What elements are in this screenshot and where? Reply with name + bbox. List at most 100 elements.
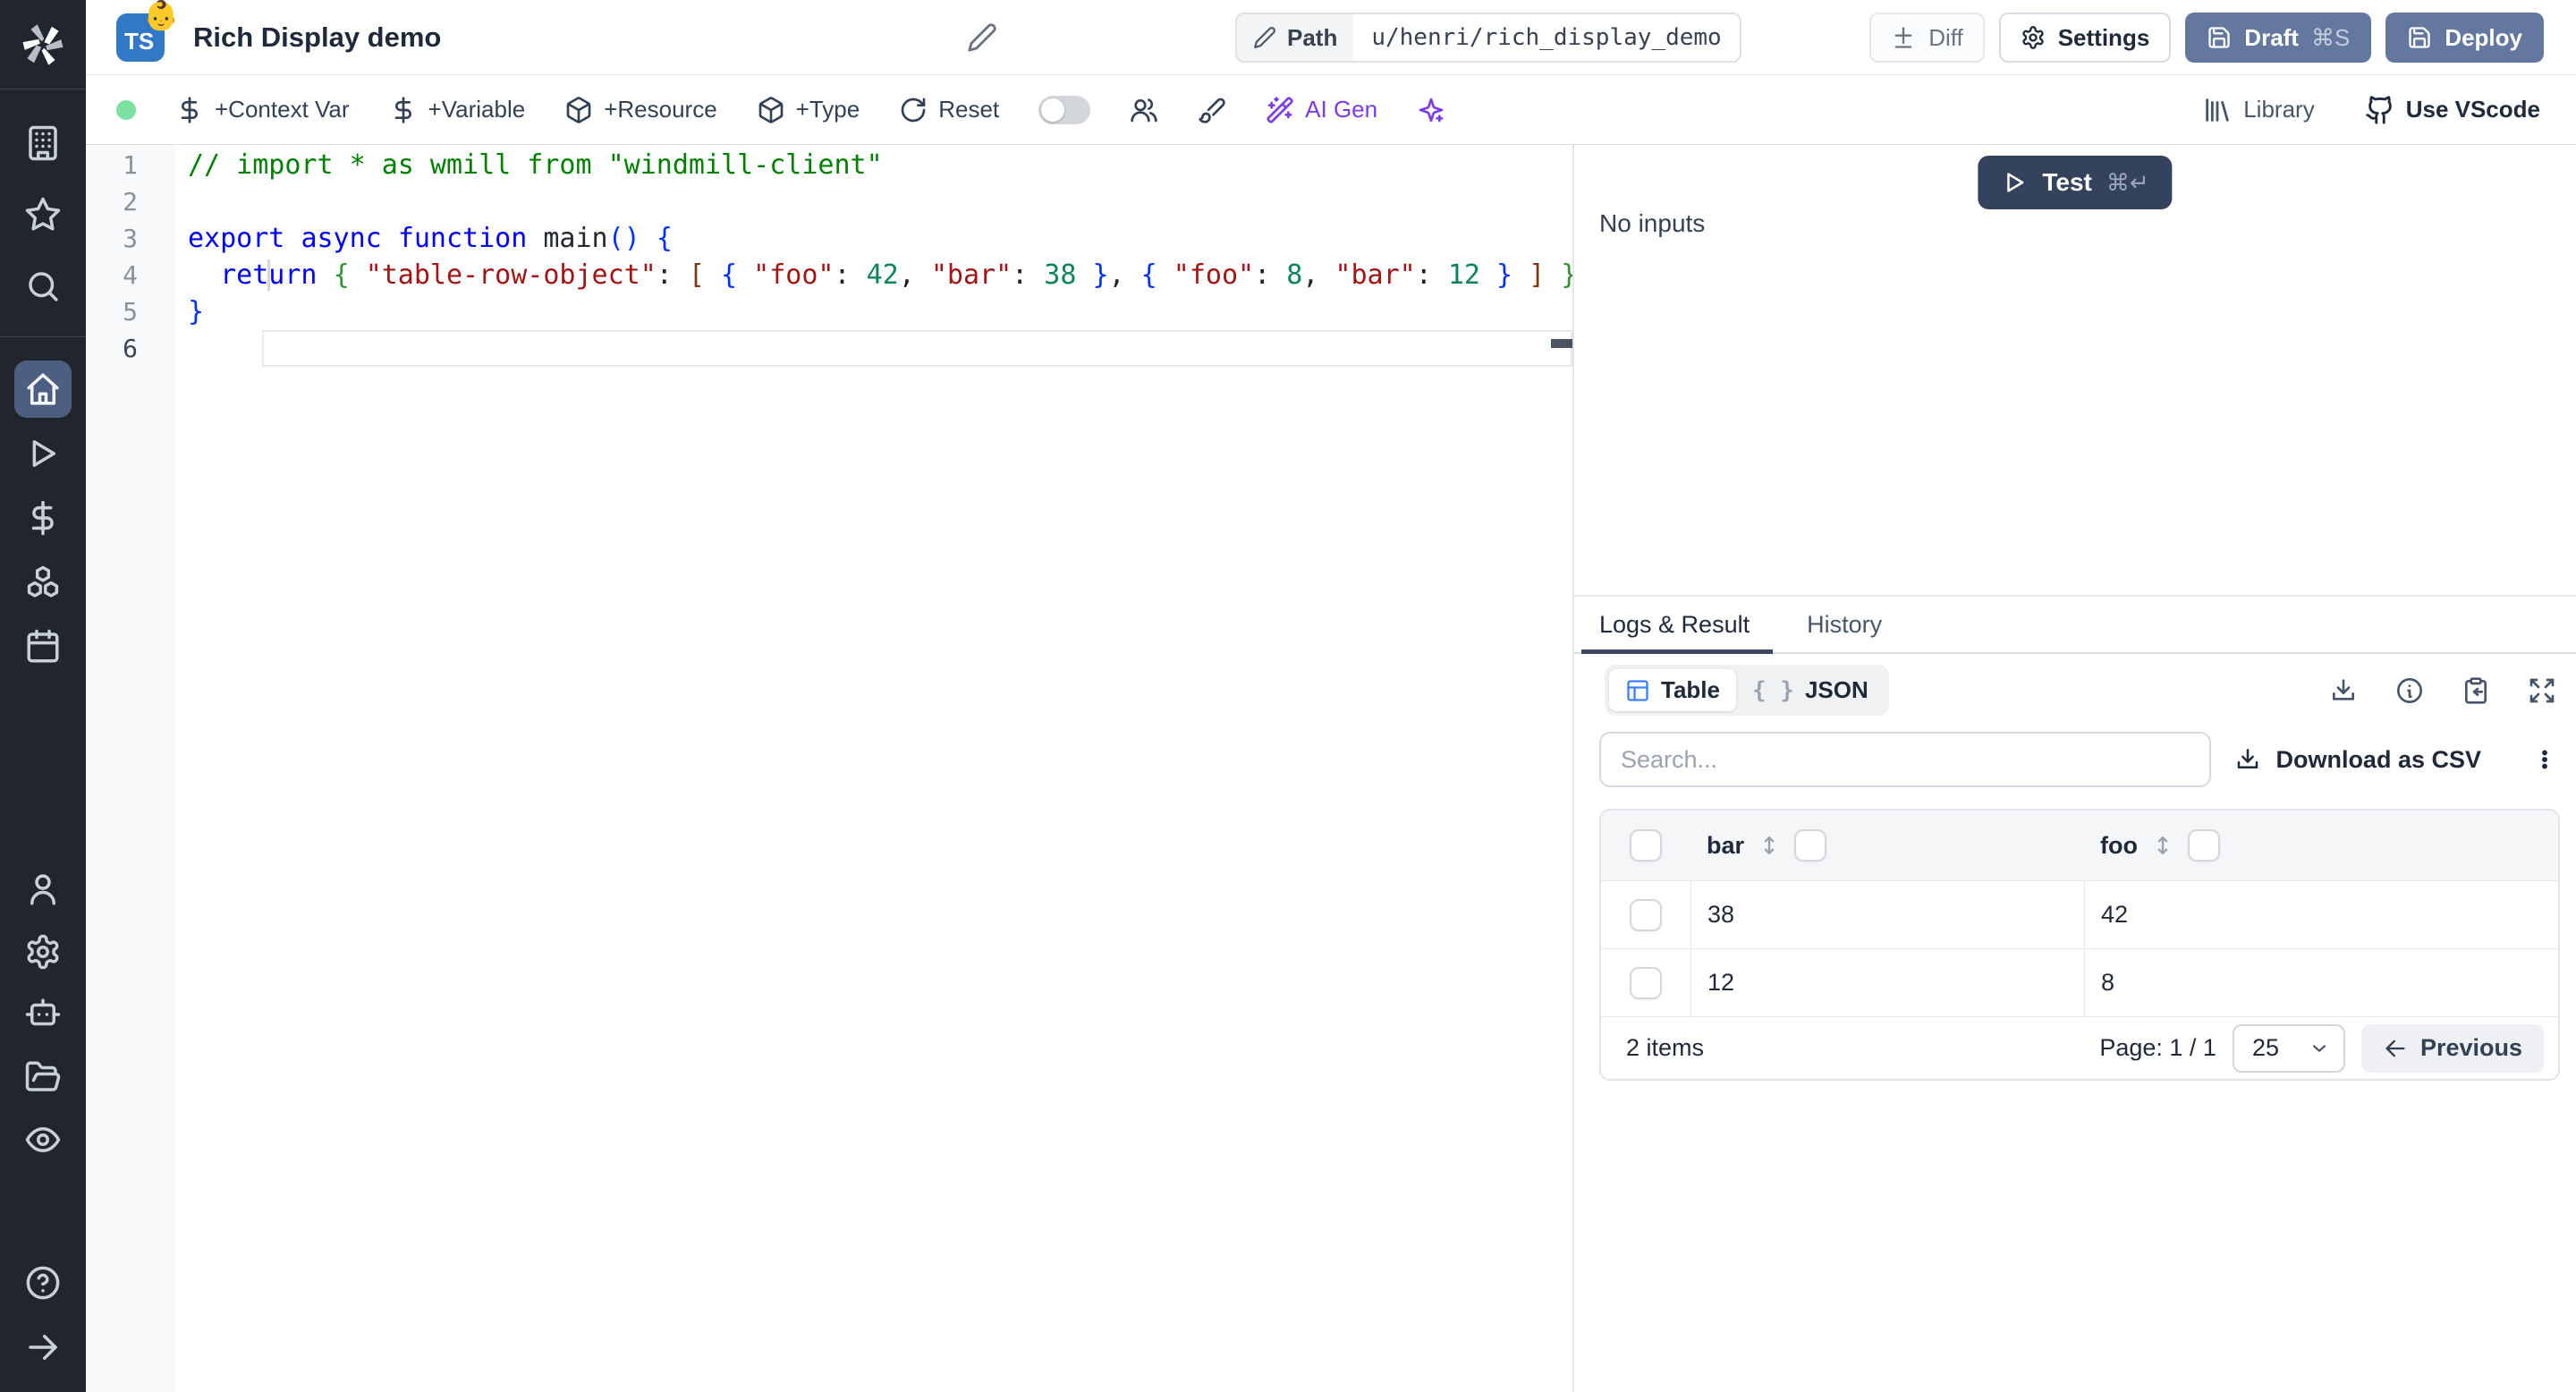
add-variable-button[interactable]: +Variable — [389, 96, 526, 124]
tab-logs-result[interactable]: Logs & Result — [1580, 597, 1774, 654]
select-all-checkbox[interactable] — [1630, 829, 1662, 862]
page-size-select[interactable]: 25 — [2232, 1023, 2345, 1073]
test-button[interactable]: Test ⌘↵ — [1978, 156, 2173, 209]
download-result-icon[interactable] — [2329, 676, 2358, 705]
column-label: bar — [1707, 831, 1745, 859]
multiplayer-icon-button[interactable] — [1130, 96, 1158, 124]
kebab-menu-icon[interactable] — [2533, 745, 2556, 774]
sidebar-group-bottom — [0, 861, 86, 1168]
status-dot — [116, 99, 136, 120]
library-label: Library — [2243, 96, 2315, 123]
folder-icon — [24, 1058, 62, 1096]
download-csv-button[interactable]: Download as CSV — [2234, 746, 2481, 774]
main-area: TS 👶 Rich Display demo Path u/henri/rich… — [86, 0, 2576, 1392]
previous-button[interactable]: Previous — [2360, 1023, 2544, 1073]
play-icon — [2001, 169, 2028, 196]
view-toggle: Table { } JSON — [1605, 665, 1889, 716]
code-text: return { "table-row-object": [ { "foo": … — [220, 259, 1572, 291]
sidebar-item-user[interactable] — [14, 861, 72, 918]
package-icon — [564, 96, 593, 124]
edit-title-pencil-icon[interactable] — [967, 22, 997, 53]
toggle-knob — [1041, 98, 1065, 122]
add-resource-button[interactable]: +Resource — [564, 96, 717, 124]
use-vscode-button[interactable]: Use VScode — [2365, 95, 2540, 125]
search-icon — [24, 267, 62, 305]
table-row-2: 12 8 — [1601, 948, 2558, 1016]
code-line-4: 4 return { "table-row-object": [ { "foo"… — [86, 257, 1572, 293]
save-icon — [2407, 25, 2432, 50]
sidebar-item-resources[interactable] — [14, 554, 72, 611]
column-checkbox[interactable] — [2187, 829, 2220, 862]
ai-sparkles-icon-button[interactable] — [1417, 96, 1445, 124]
row-checkbox[interactable] — [1630, 966, 1662, 999]
row-checkbox[interactable] — [1630, 898, 1662, 931]
users-icon — [1130, 96, 1158, 124]
column-checkbox[interactable] — [1794, 829, 1827, 862]
app-icon: TS 👶 — [116, 1, 179, 62]
expand-result-icon[interactable] — [2528, 676, 2556, 705]
code-editor[interactable]: 1 // import * as wmill from "windmill-cli… — [86, 145, 1572, 1392]
library-button[interactable]: Library — [2202, 95, 2315, 125]
search-input[interactable] — [1599, 732, 2211, 787]
table-body: 38 42 12 8 — [1601, 880, 2558, 1016]
sidebar-item-help[interactable] — [14, 1254, 72, 1311]
result-tabs: Logs & Result History — [1574, 597, 2576, 654]
diff-button[interactable]: Diff — [1869, 13, 1985, 63]
sidebar-item-workspace[interactable] — [14, 115, 72, 172]
help-icon — [24, 1264, 62, 1302]
sidebar-item-schedules[interactable] — [14, 618, 72, 675]
deploy-button[interactable]: Deploy — [2385, 13, 2544, 63]
format-code-icon-button[interactable] — [1198, 96, 1226, 124]
save-icon — [2207, 25, 2232, 50]
code-line-1: 1 // import * as wmill from "windmill-cli… — [86, 147, 1572, 183]
sidebar-item-home[interactable] — [14, 361, 72, 418]
row-select-cell — [1601, 881, 1690, 948]
sidebar-group-top — [0, 115, 86, 315]
reset-button[interactable]: Reset — [899, 96, 999, 124]
editor-caret — [267, 259, 270, 291]
code-line-5: 5} — [86, 293, 1572, 330]
sidebar-item-workers[interactable] — [14, 986, 72, 1043]
tab-history[interactable]: History — [1807, 597, 1882, 652]
sidebar-item-runs[interactable] — [14, 425, 72, 482]
line-number: 4 — [123, 260, 138, 290]
json-view-button[interactable]: { } JSON — [1736, 669, 1885, 711]
table-cell: 38 — [1690, 881, 2084, 948]
sidebar-item-favorites[interactable] — [14, 186, 72, 243]
toolbar-right: Library Use VScode — [2202, 95, 2540, 125]
add-context-var-button[interactable]: +Context Var — [175, 96, 350, 124]
info-icon[interactable] — [2395, 676, 2424, 705]
sort-icon[interactable] — [2150, 833, 2175, 858]
column-header-bar: bar — [1690, 811, 2084, 880]
sidebar-item-search[interactable] — [14, 258, 72, 315]
gear-icon — [2021, 25, 2046, 50]
add-type-button[interactable]: +Type — [757, 96, 860, 124]
sidebar-group-main — [0, 336, 86, 675]
code-line-3: 3 export async function main() { — [86, 220, 1572, 257]
sidebar-item-expand[interactable] — [14, 1319, 72, 1376]
github-icon — [2365, 95, 2395, 125]
result-panel: Logs & Result History Table { } JSON Sea… — [1574, 595, 2576, 1392]
editor-toolbar: +Context Var +Variable +Resource +Type Reset… — [86, 75, 2576, 145]
sidebar-item-variables[interactable] — [14, 489, 72, 547]
path-chip[interactable]: Path u/henri/rich_display_demo — [1235, 13, 1741, 63]
table-view-button[interactable]: Table — [1609, 669, 1736, 711]
sidebar-item-folders[interactable] — [14, 1048, 72, 1106]
windmill-logo[interactable] — [0, 0, 86, 89]
multiplayer-toggle[interactable] — [1038, 95, 1091, 124]
items-count: 2 items — [1626, 1034, 1705, 1061]
sidebar-item-settings[interactable] — [14, 923, 72, 980]
copy-result-icon[interactable] — [2462, 676, 2490, 705]
sidebar-item-audit-logs[interactable] — [14, 1111, 72, 1168]
add-variable-label: +Variable — [428, 96, 526, 123]
sort-icon[interactable] — [1757, 833, 1782, 858]
building-icon — [24, 124, 62, 162]
diff-label: Diff — [1928, 23, 1963, 51]
line-number: 2 — [123, 187, 138, 216]
settings-button[interactable]: Settings — [1998, 13, 2172, 63]
column-label: foo — [2100, 831, 2138, 859]
draft-button[interactable]: Draft ⌘S — [2185, 13, 2372, 63]
ai-gen-button[interactable]: AI Gen — [1266, 96, 1377, 124]
settings-label: Settings — [2057, 23, 2150, 51]
star-icon — [24, 196, 62, 233]
